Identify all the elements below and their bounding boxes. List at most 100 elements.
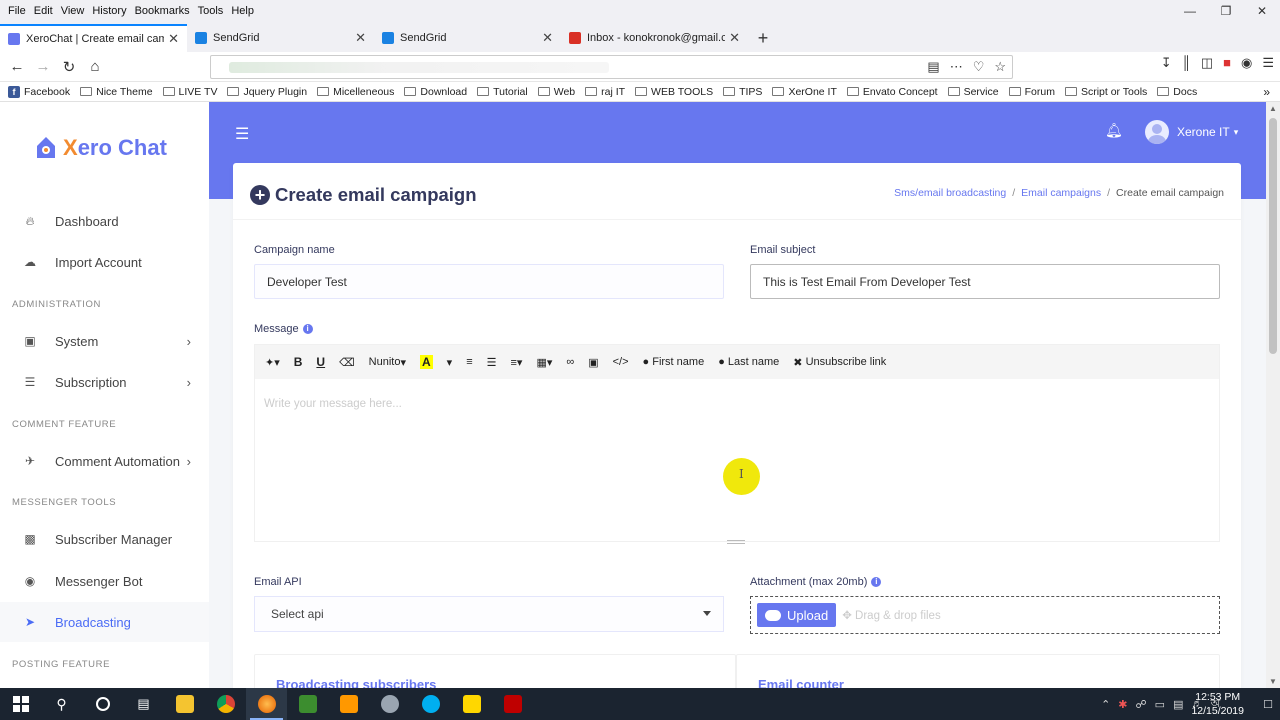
image-icon[interactable]: ▣ bbox=[588, 356, 598, 369]
cortana-icon[interactable] bbox=[82, 688, 123, 720]
unsubscribe-link-button[interactable]: ✖ Unsubscribe link bbox=[793, 356, 886, 369]
bookmark-folder[interactable]: Web bbox=[537, 86, 575, 98]
app-icon-green[interactable] bbox=[287, 688, 328, 720]
tab-gmail[interactable]: Inbox - konokronok@gmail.co ✕ bbox=[561, 24, 748, 52]
text-color-icon[interactable]: A bbox=[419, 355, 433, 369]
editor-resize-handle[interactable] bbox=[727, 540, 745, 544]
campaign-name-input[interactable]: Developer Test bbox=[254, 264, 724, 299]
maximize-icon[interactable]: ❐ bbox=[1208, 0, 1244, 22]
bookmark-folder[interactable]: raj IT bbox=[585, 86, 625, 98]
email-api-select[interactable]: Select api bbox=[254, 596, 724, 632]
scroll-thumb[interactable] bbox=[1269, 118, 1277, 354]
hamburger-menu-icon[interactable]: ☰ bbox=[1262, 55, 1274, 71]
bookmark-folder[interactable]: LIVE TV bbox=[162, 86, 217, 98]
back-icon[interactable]: ← bbox=[4, 54, 30, 80]
usb-icon[interactable]: ☍ bbox=[1136, 698, 1147, 711]
attachment-dropzone[interactable]: Upload ✥ Drag & drop files bbox=[750, 596, 1220, 634]
unordered-list-icon[interactable]: ≡ bbox=[466, 356, 472, 368]
notification-bell-icon[interactable]: 🔔︎ bbox=[1105, 122, 1123, 139]
first-name-button[interactable]: ● First name bbox=[643, 356, 705, 368]
sidebar-item-dashboard[interactable]: 🔥︎ Dashboard bbox=[0, 201, 209, 241]
sidebar-item-subscription[interactable]: ☰ Subscription › bbox=[0, 362, 209, 402]
reload-icon[interactable]: ↻ bbox=[56, 54, 82, 80]
library-icon[interactable]: ║ bbox=[1182, 55, 1191, 71]
pocket-icon[interactable]: ♡ bbox=[973, 59, 985, 75]
color-dropdown-icon[interactable]: ▾ bbox=[447, 356, 453, 369]
bookmark-folder[interactable]: Envato Concept bbox=[846, 86, 938, 98]
file-explorer-icon[interactable] bbox=[164, 688, 205, 720]
font-family-dropdown[interactable]: Nunito ▾ bbox=[369, 356, 406, 369]
sidebar-toggle-icon[interactable]: ◫ bbox=[1201, 55, 1213, 71]
close-tab-icon[interactable]: ✕ bbox=[168, 31, 179, 47]
home-icon[interactable]: ⌂ bbox=[82, 54, 108, 80]
menu-history[interactable]: History bbox=[92, 5, 126, 17]
menu-file[interactable]: File bbox=[8, 5, 26, 17]
account-icon[interactable]: ◉ bbox=[1241, 55, 1252, 71]
bookmark-folder[interactable]: Nice Theme bbox=[80, 86, 153, 98]
eraser-icon[interactable]: ⌫ bbox=[339, 356, 355, 369]
bookmark-star-icon[interactable]: ☆ bbox=[994, 59, 1006, 75]
url-bar[interactable]: ▤ ⋯ ♡ ☆ bbox=[210, 55, 1013, 79]
scroll-up-icon[interactable]: ▲ bbox=[1269, 104, 1277, 113]
search-icon[interactable]: ⚲ bbox=[41, 688, 82, 720]
align-icon[interactable]: ≡▾ bbox=[510, 356, 522, 369]
skype-icon[interactable] bbox=[410, 688, 451, 720]
tray-chevron-icon[interactable]: ⌃ bbox=[1101, 698, 1110, 711]
bookmark-folder[interactable]: TIPS bbox=[723, 86, 762, 98]
breadcrumb-link[interactable]: Email campaigns bbox=[1021, 187, 1101, 199]
firefox-icon[interactable] bbox=[246, 688, 287, 720]
link-icon[interactable]: ∞ bbox=[566, 356, 574, 368]
breadcrumb-link[interactable]: Sms/email broadcasting bbox=[894, 187, 1006, 199]
menu-help[interactable]: Help bbox=[231, 5, 254, 17]
ordered-list-icon[interactable]: ☰ bbox=[487, 356, 497, 369]
info-icon[interactable]: i bbox=[302, 324, 313, 335]
menu-view[interactable]: View bbox=[61, 5, 85, 17]
sidebar-item-subscriber-manager[interactable]: ▩ Subscriber Manager bbox=[0, 519, 209, 559]
sidebar-item-comment-automation[interactable]: ✈︎ Comment Automation › bbox=[0, 441, 209, 481]
underline-icon[interactable]: U bbox=[316, 355, 325, 369]
sublime-text-icon[interactable] bbox=[328, 688, 369, 720]
upload-button[interactable]: Upload bbox=[757, 603, 837, 627]
sidebar-item-system[interactable]: ▣ System › bbox=[0, 321, 209, 361]
menu-edit[interactable]: Edit bbox=[34, 5, 53, 17]
bookmark-folder[interactable]: Tutorial bbox=[477, 86, 528, 98]
bookmark-folder[interactable]: Download bbox=[404, 86, 467, 98]
sticky-notes-icon[interactable] bbox=[451, 688, 492, 720]
sidebar-item-broadcasting[interactable]: ➤ Broadcasting bbox=[0, 602, 209, 642]
tray-app-icon[interactable]: ✱ bbox=[1118, 698, 1127, 711]
email-subject-input[interactable]: This is Test Email From Developer Test bbox=[750, 264, 1220, 299]
bookmark-folder[interactable]: Jquery Plugin bbox=[227, 86, 307, 98]
tab-sendgrid-1[interactable]: SendGrid ✕ bbox=[187, 24, 374, 52]
app-icon-globe[interactable] bbox=[369, 688, 410, 720]
xerochat-logo[interactable]: Xero Chat bbox=[35, 135, 167, 161]
more-bookmarks-icon[interactable]: » bbox=[1263, 85, 1270, 99]
windows-start-icon[interactable] bbox=[0, 688, 41, 720]
table-icon[interactable]: ▦▾ bbox=[536, 356, 552, 369]
new-tab-icon[interactable]: + bbox=[748, 24, 778, 52]
bookmark-folder[interactable]: XerOne IT bbox=[772, 86, 837, 98]
menu-bookmarks[interactable]: Bookmarks bbox=[135, 5, 190, 17]
taskbar-clock[interactable]: 12:53 PM 12/15/2019 bbox=[1191, 690, 1244, 718]
menu-toggle-icon[interactable]: ☰ bbox=[235, 124, 249, 144]
sidebar-item-import-account[interactable]: ☁ Import Account bbox=[0, 242, 209, 282]
tab-xerochat[interactable]: XeroChat | Create email campa ✕ bbox=[0, 24, 187, 52]
page-actions-icon[interactable]: ⋯ bbox=[950, 59, 963, 75]
sidebar-item-messenger-bot[interactable]: ◉ Messenger Bot bbox=[0, 561, 209, 601]
info-icon[interactable]: i bbox=[871, 577, 882, 588]
scroll-down-icon[interactable]: ▼ bbox=[1269, 677, 1277, 686]
user-menu[interactable]: Xerone IT ▾ bbox=[1145, 120, 1238, 144]
close-tab-icon[interactable]: ✕ bbox=[729, 30, 740, 46]
close-tab-icon[interactable]: ✕ bbox=[355, 30, 366, 46]
notifications-icon[interactable]: □ bbox=[1264, 696, 1272, 711]
code-view-icon[interactable]: </> bbox=[613, 356, 629, 368]
battery-icon[interactable]: ▭ bbox=[1155, 698, 1165, 711]
bookmark-folder[interactable]: Script or Tools bbox=[1064, 86, 1147, 98]
filezilla-icon[interactable] bbox=[492, 688, 533, 720]
magic-style-icon[interactable]: ✦▾ bbox=[265, 356, 280, 369]
bookmark-folder[interactable]: Docs bbox=[1157, 86, 1197, 98]
task-view-icon[interactable]: ▤ bbox=[123, 688, 164, 720]
network-icon[interactable]: ▤ bbox=[1173, 698, 1183, 711]
download-icon[interactable]: ↧ bbox=[1161, 55, 1172, 71]
last-name-button[interactable]: ● Last name bbox=[718, 356, 779, 368]
close-tab-icon[interactable]: ✕ bbox=[542, 30, 553, 46]
